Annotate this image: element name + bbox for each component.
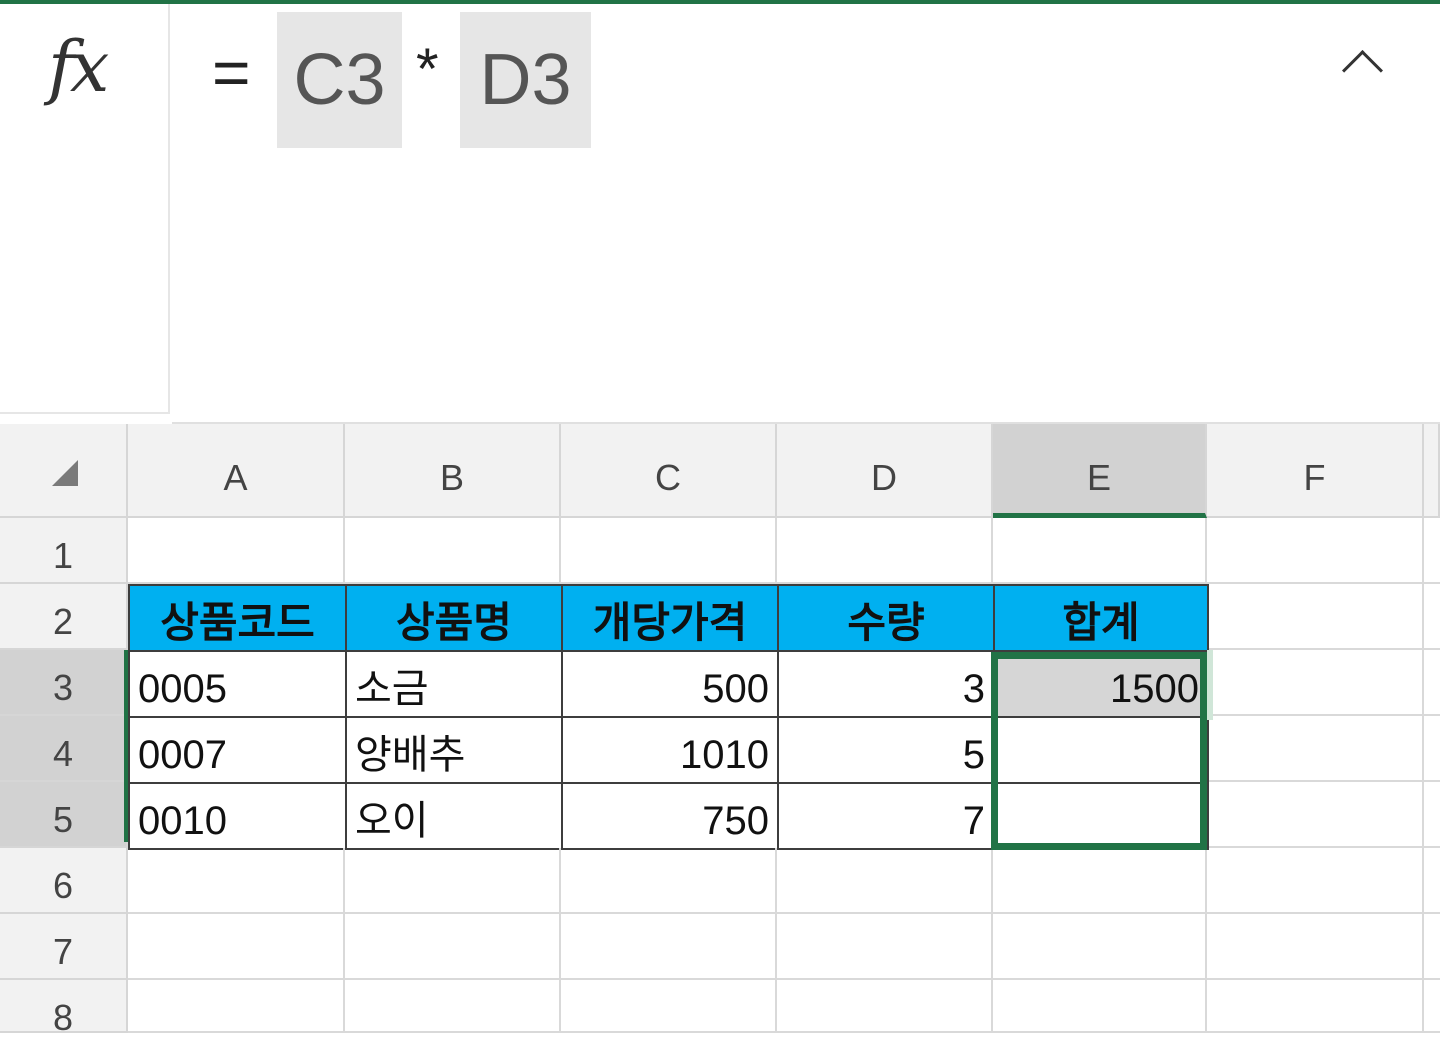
formula-reference-c3[interactable]: C3	[277, 12, 402, 148]
cell-a1[interactable]	[128, 518, 345, 584]
formula-operator: *	[416, 37, 439, 102]
row-selection-indicator	[124, 650, 128, 842]
function-icon: fx	[48, 26, 109, 108]
cell-b1[interactable]	[345, 518, 561, 584]
cell-g5[interactable]	[1424, 782, 1440, 848]
table-header-total[interactable]: 합계	[993, 584, 1209, 652]
cell-c7[interactable]	[561, 914, 777, 980]
row-header-8[interactable]: 8	[0, 980, 128, 1038]
cell-g3[interactable]	[1424, 650, 1440, 716]
table-header-name[interactable]: 상품명	[345, 584, 563, 652]
cell-a5[interactable]: 0010	[128, 782, 347, 850]
column-header-f[interactable]: F	[1207, 424, 1424, 518]
cell-b6[interactable]	[345, 848, 561, 914]
cell-b8[interactable]	[345, 980, 561, 1033]
cell-a3[interactable]: 0005	[128, 650, 347, 718]
cell-c6[interactable]	[561, 848, 777, 914]
formula-equals: =	[212, 35, 251, 109]
cell-g6[interactable]	[1424, 848, 1440, 914]
cell-c5[interactable]: 750	[561, 782, 779, 850]
cell-f5[interactable]	[1209, 782, 1424, 848]
cell-f2[interactable]	[1209, 584, 1424, 650]
cell-e6[interactable]	[993, 848, 1207, 914]
row-header-2[interactable]: 2	[0, 584, 128, 650]
cell-d7[interactable]	[777, 914, 993, 980]
select-all-button[interactable]	[0, 424, 128, 518]
column-header-b[interactable]: B	[345, 424, 561, 518]
cell-d6[interactable]	[777, 848, 993, 914]
cell-e5[interactable]	[993, 782, 1209, 850]
cell-g1[interactable]	[1424, 518, 1440, 584]
row-header-7[interactable]: 7	[0, 914, 128, 980]
formula-bar[interactable]: = C3 * D3	[172, 4, 1440, 424]
cell-b5[interactable]: 오이	[345, 782, 563, 850]
cell-c3[interactable]: 500	[561, 650, 779, 718]
cell-e8[interactable]	[993, 980, 1207, 1033]
table-header-code[interactable]: 상품코드	[128, 584, 347, 652]
cell-f1[interactable]	[1207, 518, 1424, 584]
cell-d3[interactable]: 3	[777, 650, 995, 718]
cell-f8[interactable]	[1207, 980, 1424, 1033]
cell-d4[interactable]: 5	[777, 716, 995, 784]
cell-g4[interactable]	[1424, 716, 1440, 782]
cell-e1[interactable]	[993, 518, 1207, 584]
formula-reference-d3[interactable]: D3	[460, 12, 591, 148]
select-all-icon	[52, 460, 78, 486]
cell-f4[interactable]	[1209, 716, 1424, 782]
column-header-a[interactable]: A	[128, 424, 345, 518]
spreadsheet-grid[interactable]: A B C D E F 1 2 3 4 5 6 7 8 상품코드 상품명 개당가…	[0, 424, 1440, 1038]
row-header-1[interactable]: 1	[0, 518, 128, 584]
insert-function-button[interactable]: fx	[0, 4, 170, 414]
cell-a7[interactable]	[128, 914, 345, 980]
cell-b4[interactable]: 양배추	[345, 716, 563, 784]
column-header-e[interactable]: E	[993, 424, 1207, 518]
row-header-6[interactable]: 6	[0, 848, 128, 914]
cell-c8[interactable]	[561, 980, 777, 1033]
cell-f6[interactable]	[1207, 848, 1424, 914]
cell-c4[interactable]: 1010	[561, 716, 779, 784]
chevron-up-icon[interactable]	[1341, 49, 1384, 92]
cell-g2[interactable]	[1424, 584, 1440, 650]
cell-a8[interactable]	[128, 980, 345, 1033]
cell-c1[interactable]	[561, 518, 777, 584]
cell-a6[interactable]	[128, 848, 345, 914]
cell-d1[interactable]	[777, 518, 993, 584]
row-header-5[interactable]: 5	[0, 782, 128, 848]
cell-f3[interactable]	[1209, 650, 1424, 716]
column-header-d[interactable]: D	[777, 424, 993, 518]
cell-a4[interactable]: 0007	[128, 716, 347, 784]
column-header-next[interactable]	[1424, 424, 1440, 518]
column-header-c[interactable]: C	[561, 424, 777, 518]
cell-g8[interactable]	[1424, 980, 1440, 1033]
table-header-price[interactable]: 개당가격	[561, 584, 779, 652]
cell-g7[interactable]	[1424, 914, 1440, 980]
cell-f7[interactable]	[1207, 914, 1424, 980]
cell-e7[interactable]	[993, 914, 1207, 980]
cell-e3[interactable]: 1500	[993, 650, 1209, 718]
selection-handle[interactable]	[1207, 650, 1213, 720]
table-header-qty[interactable]: 수량	[777, 584, 995, 652]
cell-e4[interactable]	[993, 716, 1209, 784]
cell-b3[interactable]: 소금	[345, 650, 563, 718]
cell-d5[interactable]: 7	[777, 782, 995, 850]
row-header-3[interactable]: 3	[0, 650, 128, 716]
cell-d8[interactable]	[777, 980, 993, 1033]
cell-b7[interactable]	[345, 914, 561, 980]
row-header-4[interactable]: 4	[0, 716, 128, 782]
